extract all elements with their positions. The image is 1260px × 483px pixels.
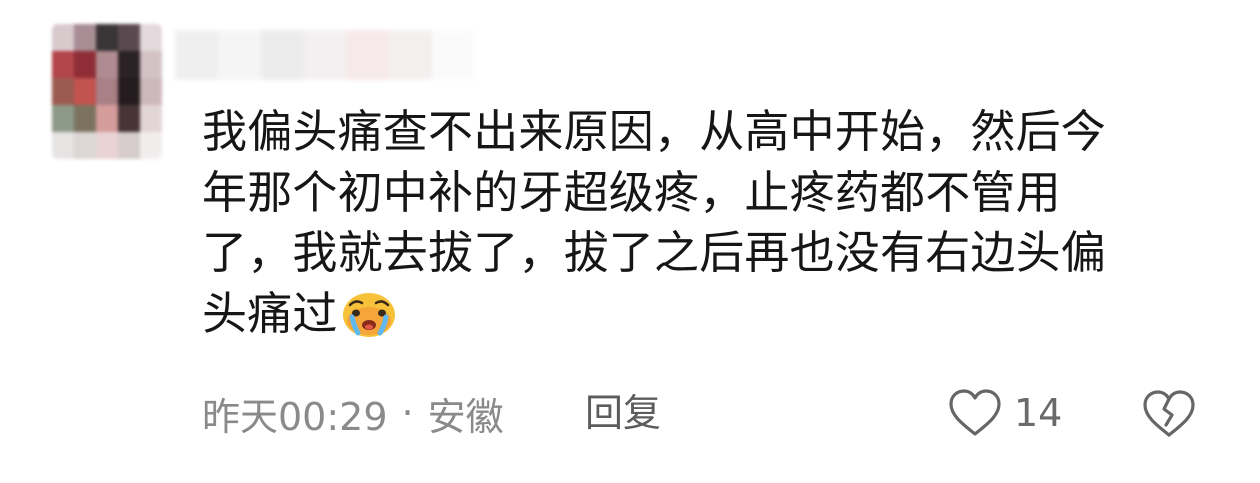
reply-button[interactable]: 回复 xyxy=(585,388,661,438)
crying-face-emoji-icon xyxy=(342,292,395,337)
like-count: 14 xyxy=(1014,391,1063,435)
comment-body: 我偏头痛查不出来原因，从高中开始，然后今 年那个初中补的牙超级疼，止疼药都不管用… xyxy=(202,102,1212,344)
comment-meta: 昨天00:29 · 安徽 xyxy=(202,388,504,439)
like-button[interactable]: 14 xyxy=(946,385,1062,441)
comment-text: 我偏头痛查不出来原因，从高中开始，然后今 年那个初中补的牙超级疼，止疼药都不管用… xyxy=(202,105,1107,340)
heart-outline-icon[interactable] xyxy=(946,387,1004,439)
username-blurred[interactable] xyxy=(175,30,476,80)
avatar[interactable] xyxy=(52,24,162,159)
comment-time: 昨天00:29 xyxy=(202,394,388,439)
comment-location: 安徽 xyxy=(427,394,504,439)
broken-heart-outline-icon[interactable] xyxy=(1140,385,1198,441)
meta-separator: · xyxy=(401,391,414,435)
